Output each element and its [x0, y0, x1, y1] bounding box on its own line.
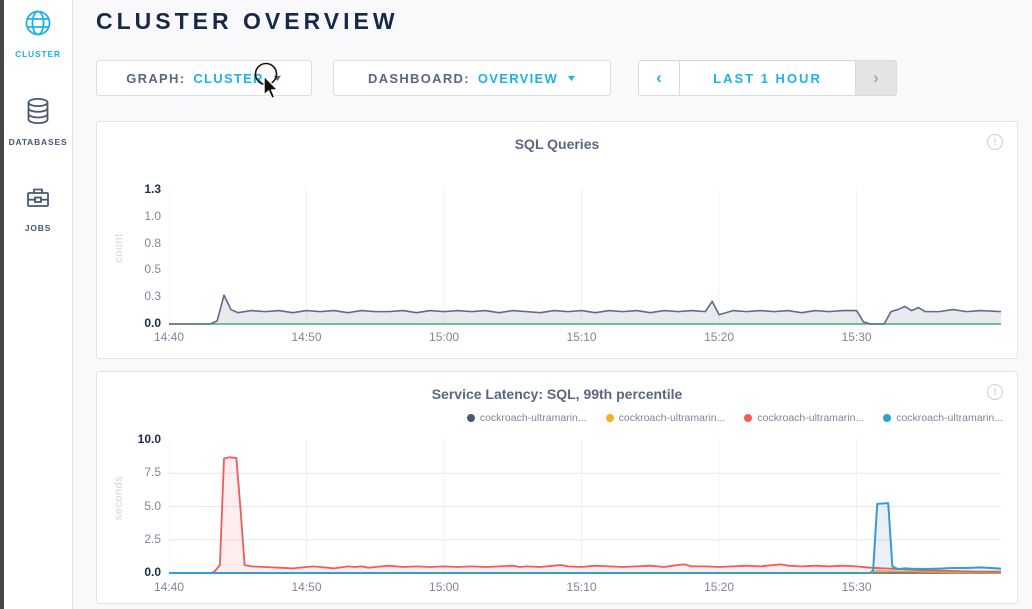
x-tick-label: 15:10 [560, 330, 604, 344]
y-tick-label: 1.0 [144, 209, 161, 223]
legend-item[interactable]: cockroach-ultramarin... [744, 412, 864, 424]
database-icon [23, 96, 53, 131]
y-tick-label: 10.0 [138, 432, 161, 446]
y-tick-label: 2.5 [144, 532, 161, 546]
legend-label: cockroach-ultramarin... [480, 412, 587, 424]
legend-dot-icon [883, 414, 891, 422]
sidebar-item-cluster[interactable]: CLUSTER [15, 8, 61, 59]
legend-label: cockroach-ultramarin... [619, 412, 726, 424]
legend-dot-icon [467, 414, 475, 422]
x-tick-label: 14:50 [285, 330, 329, 344]
service-latency-plot[interactable] [169, 439, 1001, 574]
legend-dot-icon [606, 414, 614, 422]
y-tick-label: 0.0 [144, 316, 161, 330]
x-tick-label: 15:30 [835, 580, 879, 594]
x-tick-label: 15:00 [422, 580, 466, 594]
controls-bar: GRAPH: CLUSTER ▼ DASHBOARD: OVERVIEW ▼ ‹… [96, 60, 897, 96]
briefcase-icon [24, 184, 52, 217]
chevron-down-icon: ▼ [566, 73, 578, 83]
y-tick-label: 0.5 [144, 262, 161, 276]
y-tick-label: 0.3 [144, 289, 161, 303]
chart-legend: cockroach-ultramarin... cockroach-ultrama… [467, 412, 1003, 424]
x-tick-label: 14:40 [147, 580, 191, 594]
page-title: CLUSTER OVERVIEW [96, 8, 399, 35]
dashboard-dropdown-label: DASHBOARD: [368, 71, 470, 86]
chevron-down-icon: ▼ [271, 73, 283, 83]
sql-queries-area [169, 295, 1001, 324]
legend-dot-icon [744, 414, 752, 422]
y-tick-label: 0.8 [144, 236, 161, 250]
y-tick-label: 5.0 [144, 499, 161, 513]
globe-icon [23, 8, 53, 43]
x-tick-label: 15:30 [835, 330, 879, 344]
time-range-selector: ‹ LAST 1 HOUR › [638, 60, 897, 96]
x-tick-label: 14:50 [285, 580, 329, 594]
y-axis-label: count [113, 218, 125, 278]
y-tick-label: 7.5 [144, 465, 161, 479]
dashboard-dropdown[interactable]: DASHBOARD: OVERVIEW ▼ [333, 60, 611, 96]
legend-label: cockroach-ultramarin... [896, 412, 1003, 424]
sidebar-item-jobs[interactable]: JOBS [24, 184, 52, 233]
info-icon[interactable]: ! [987, 134, 1003, 150]
legend-item[interactable]: cockroach-ultramarin... [883, 412, 1003, 424]
sidebar-item-label: DATABASES [9, 137, 68, 147]
y-tick-label: 0.0 [144, 565, 161, 579]
x-tick-label: 15:00 [422, 330, 466, 344]
chart-panel-service-latency: Service Latency: SQL, 99th percentile ! … [96, 371, 1018, 604]
graph-dropdown[interactable]: GRAPH: CLUSTER ▼ [96, 60, 312, 96]
chart-title: Service Latency: SQL, 99th percentile [97, 386, 1017, 402]
x-tick-label: 15:20 [697, 330, 741, 344]
graph-dropdown-label: GRAPH: [126, 71, 185, 86]
sql-queries-plot[interactable] [169, 189, 1001, 325]
x-tick-label: 15:10 [560, 580, 604, 594]
chart-title: SQL Queries [97, 136, 1017, 152]
legend-label: cockroach-ultramarin... [757, 412, 864, 424]
y-tick-label: 1.3 [144, 182, 161, 196]
dashboard-dropdown-value: OVERVIEW [478, 71, 558, 86]
sidebar-item-databases[interactable]: DATABASES [9, 96, 68, 147]
legend-item[interactable]: cockroach-ultramarin... [467, 412, 587, 424]
y-axis-label: seconds [113, 468, 125, 528]
info-icon[interactable]: ! [987, 384, 1003, 400]
x-tick-label: 15:20 [697, 580, 741, 594]
x-tick-label: 14:40 [147, 330, 191, 344]
time-range-label[interactable]: LAST 1 HOUR [679, 61, 856, 95]
sidebar-item-label: CLUSTER [15, 49, 61, 59]
time-next-button[interactable]: › [856, 61, 896, 95]
chart-panel-sql-queries: SQL Queries ! count 0.0 0.3 0.5 0.8 1.0 1.3 1… [96, 121, 1018, 359]
graph-dropdown-value: CLUSTER [193, 71, 264, 86]
legend-item[interactable]: cockroach-ultramarin... [606, 412, 726, 424]
sidebar-item-label: JOBS [25, 223, 51, 233]
sidebar: CLUSTER DATABASES JOBS [4, 0, 73, 609]
main-content: CLUSTER OVERVIEW GRAPH: CLUSTER ▼ DASHBO… [73, 0, 1032, 609]
time-prev-button[interactable]: ‹ [639, 61, 679, 95]
